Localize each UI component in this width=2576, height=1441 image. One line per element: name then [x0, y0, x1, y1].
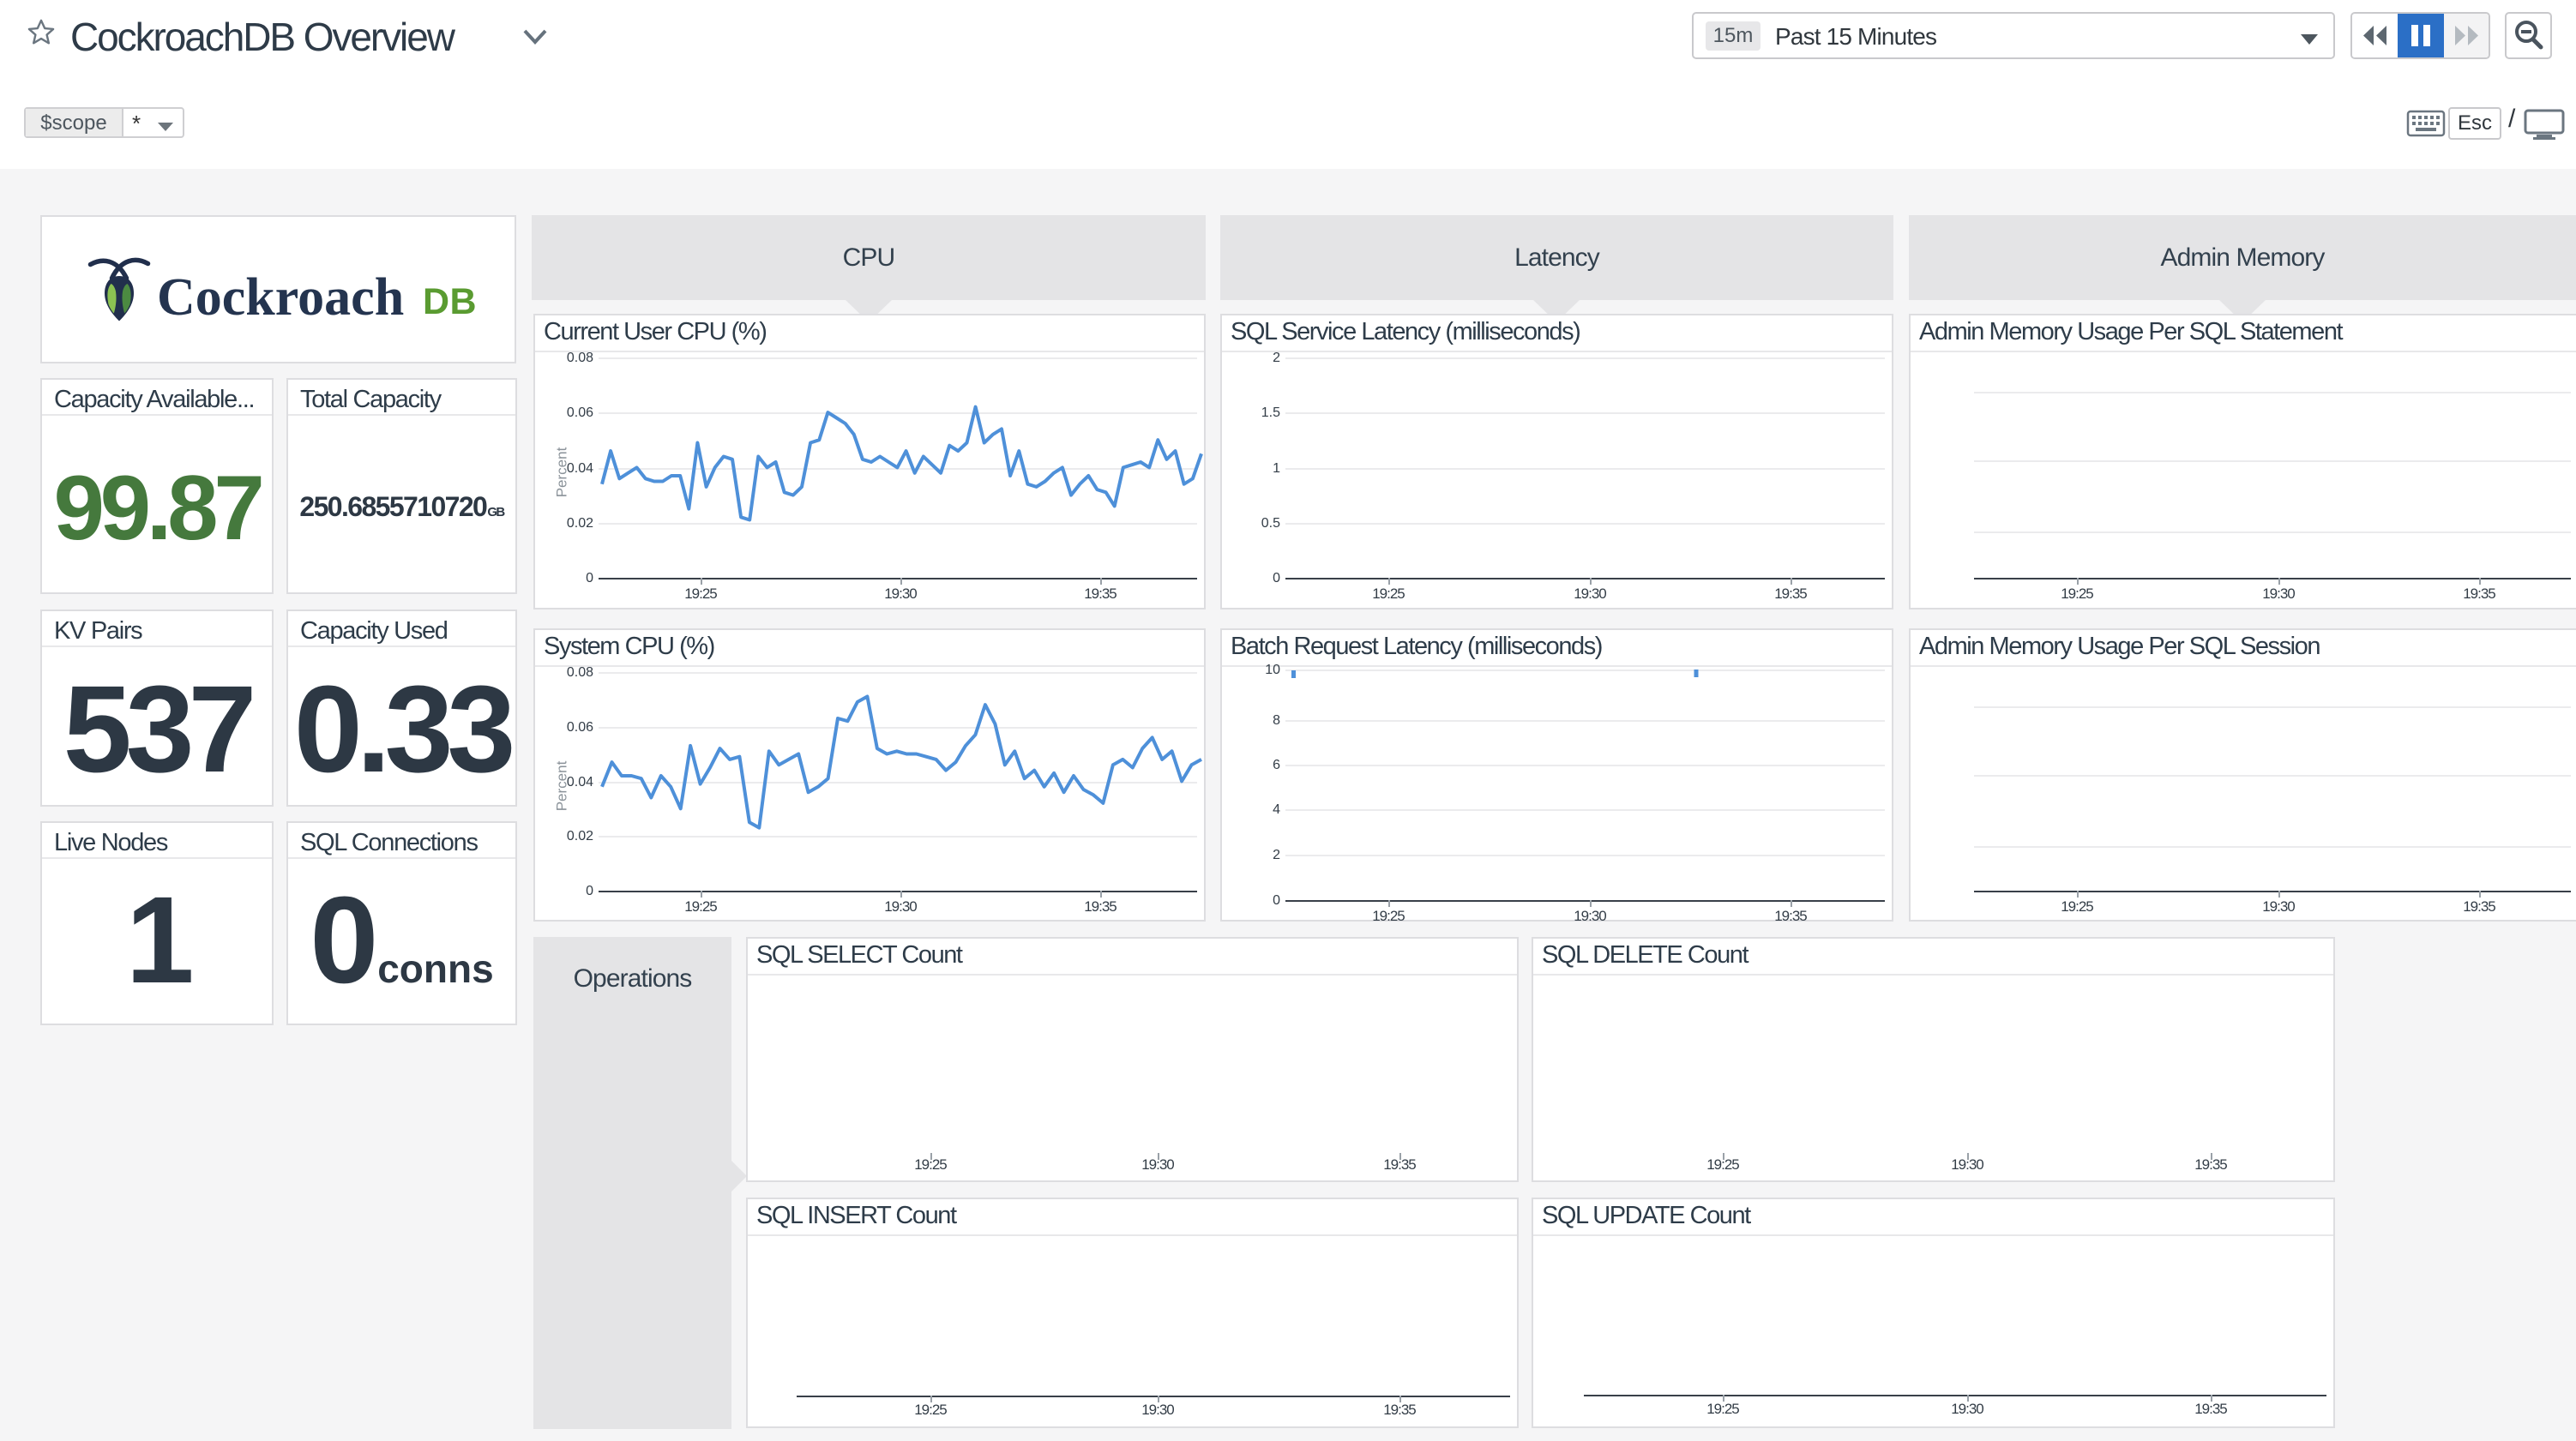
- svg-text:DB: DB: [423, 281, 477, 322]
- svg-text:Cockroach: Cockroach: [157, 268, 404, 327]
